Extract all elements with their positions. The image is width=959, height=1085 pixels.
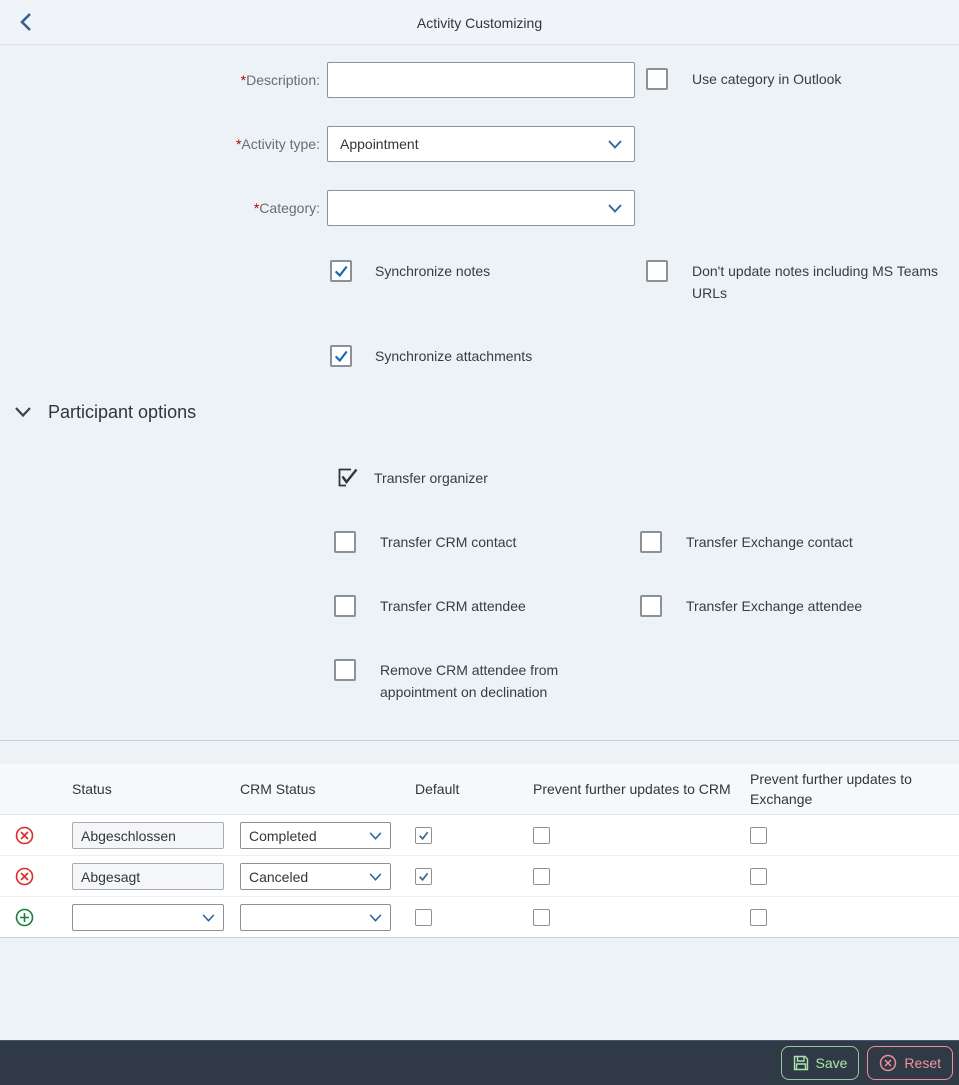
add-icon: [15, 908, 34, 927]
synchronize-notes-label: Synchronize notes: [375, 260, 490, 282]
transfer-crm-attendee-label: Transfer CRM attendee: [380, 595, 526, 617]
column-header-prevent-exchange: Prevent further updates to Exchange: [750, 769, 930, 809]
save-button[interactable]: Save: [781, 1046, 860, 1080]
chevron-down-icon: [202, 914, 215, 922]
activity-type-value: Appointment: [340, 136, 608, 152]
default-checkbox[interactable]: [415, 868, 432, 885]
crm-status-select[interactable]: Completed: [240, 822, 391, 849]
status-input[interactable]: [72, 822, 224, 849]
participant-options-collapse-icon[interactable]: [14, 405, 32, 419]
status-mapping-table: Status CRM Status Default Prevent furthe…: [0, 764, 959, 938]
transfer-exchange-attendee-label: Transfer Exchange attendee: [686, 595, 862, 617]
column-header-default: Default: [415, 779, 459, 799]
transfer-crm-contact-checkbox[interactable]: [334, 531, 356, 553]
chevron-down-icon: [608, 140, 622, 149]
prevent-exchange-checkbox[interactable]: [750, 827, 767, 844]
table-header-row: Status CRM Status Default Prevent furthe…: [0, 764, 959, 815]
default-checkbox[interactable]: [415, 909, 432, 926]
save-label: Save: [816, 1055, 848, 1071]
use-category-outlook-checkbox[interactable]: [646, 68, 668, 90]
prevent-exchange-checkbox[interactable]: [750, 868, 767, 885]
transfer-crm-contact-label: Transfer CRM contact: [380, 531, 516, 553]
description-label: *Description:: [120, 72, 320, 88]
synchronize-attachments-label: Synchronize attachments: [375, 345, 532, 367]
chevron-down-icon: [369, 914, 382, 922]
remove-crm-attendee-checkbox[interactable]: [334, 659, 356, 681]
header-bar: Activity Customizing: [0, 0, 959, 45]
use-category-outlook-label: Use category in Outlook: [692, 68, 841, 90]
crm-status-select[interactable]: [240, 904, 391, 931]
transfer-exchange-contact-label: Transfer Exchange contact: [686, 531, 853, 553]
table-row: Canceled: [0, 856, 959, 897]
transfer-exchange-attendee-checkbox[interactable]: [640, 595, 662, 617]
table-row: Completed: [0, 815, 959, 856]
default-checkbox[interactable]: [415, 827, 432, 844]
column-header-prevent-crm: Prevent further updates to CRM: [533, 779, 731, 799]
category-select[interactable]: [327, 190, 635, 226]
check-icon: [417, 870, 430, 883]
prevent-crm-checkbox[interactable]: [533, 868, 550, 885]
table-row: [0, 897, 959, 938]
save-icon: [793, 1055, 809, 1071]
transfer-organizer-checkbox[interactable]: [336, 466, 359, 489]
transfer-crm-attendee-checkbox[interactable]: [334, 595, 356, 617]
column-header-status: Status: [72, 779, 112, 799]
chevron-down-icon: [369, 832, 382, 840]
check-icon: [332, 347, 350, 365]
delete-row-button[interactable]: [15, 867, 34, 886]
delete-row-button[interactable]: [15, 826, 34, 845]
reset-label: Reset: [904, 1055, 941, 1071]
form-bottom-divider: [0, 740, 959, 741]
check-icon: [417, 829, 430, 842]
add-row-button[interactable]: [15, 908, 34, 927]
prevent-crm-checkbox[interactable]: [533, 909, 550, 926]
footer-bar: Save Reset: [0, 1040, 959, 1085]
status-select[interactable]: [72, 904, 224, 931]
reset-icon: [879, 1054, 897, 1072]
status-input[interactable]: [72, 863, 224, 890]
synchronize-attachments-checkbox[interactable]: [330, 345, 352, 367]
activity-type-label: *Activity type:: [120, 136, 320, 152]
reset-button[interactable]: Reset: [867, 1046, 953, 1080]
activity-type-select[interactable]: Appointment: [327, 126, 635, 162]
delete-icon: [15, 867, 34, 886]
dont-update-notes-label: Don't update notes including MS Teams UR…: [692, 260, 947, 304]
prevent-crm-checkbox[interactable]: [533, 827, 550, 844]
crm-status-select[interactable]: Canceled: [240, 863, 391, 890]
remove-crm-attendee-label: Remove CRM attendee from appointment on …: [380, 659, 575, 703]
transfer-exchange-contact-checkbox[interactable]: [640, 531, 662, 553]
delete-icon: [15, 826, 34, 845]
category-label: *Category:: [120, 200, 320, 216]
activity-customizing-page: Activity Customizing *Description: Use c…: [0, 0, 959, 1085]
prevent-exchange-checkbox[interactable]: [750, 909, 767, 926]
chevron-down-icon: [608, 204, 622, 213]
column-header-crm-status: CRM Status: [240, 779, 315, 799]
participant-options-title: Participant options: [48, 402, 196, 423]
dont-update-notes-checkbox[interactable]: [646, 260, 668, 282]
page-title: Activity Customizing: [0, 0, 959, 45]
transfer-organizer-label: Transfer organizer: [374, 467, 488, 489]
description-input[interactable]: [327, 62, 635, 98]
check-icon: [332, 262, 350, 280]
chevron-down-icon: [369, 873, 382, 881]
synchronize-notes-checkbox[interactable]: [330, 260, 352, 282]
